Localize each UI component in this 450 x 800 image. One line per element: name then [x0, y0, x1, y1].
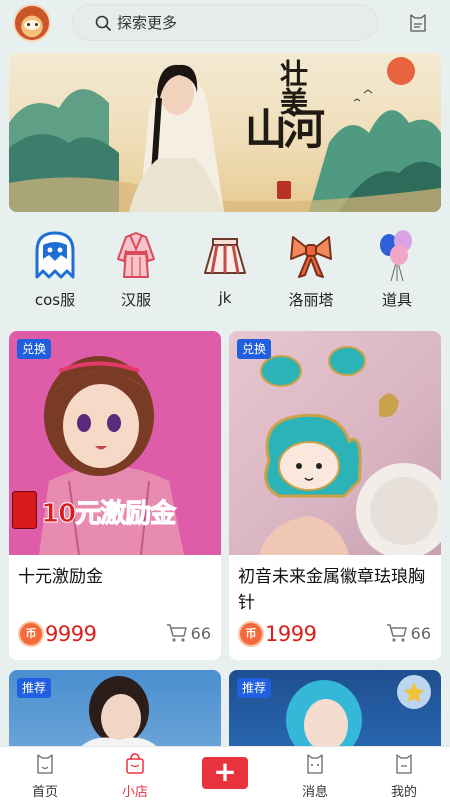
- coin-icon: 币: [18, 621, 44, 647]
- balloons-icon: [380, 230, 412, 281]
- exchange-badge: 兑换: [237, 339, 272, 359]
- product-image: [229, 331, 441, 555]
- tab-label: 消息: [301, 785, 328, 800]
- category-label: 道具: [381, 291, 412, 309]
- coin-icon: 币: [238, 621, 264, 647]
- promo-banner[interactable]: 壮美 山河: [9, 53, 441, 212]
- tab-label: 我的: [390, 785, 417, 800]
- category-cos[interactable]: cos服: [20, 225, 90, 315]
- cart-icon: [166, 624, 187, 642]
- tab-label: 小店: [121, 785, 148, 800]
- product-likes: 66: [386, 623, 431, 643]
- category-row: cos服 汉服 jk 洛丽塔 道具: [0, 225, 450, 317]
- search-bar[interactable]: 探索更多: [72, 4, 378, 41]
- category-jk[interactable]: jk: [190, 225, 260, 315]
- price-value: 9999: [45, 622, 97, 646]
- bow-icon: [290, 236, 332, 278]
- product-title: 十元激励金: [18, 567, 103, 587]
- category-label: 洛丽塔: [288, 291, 334, 309]
- price-value: 1999: [265, 622, 317, 646]
- top-bar: 探索更多: [0, 0, 450, 46]
- category-label: 汉服: [120, 291, 151, 309]
- product-image: 10元激励金: [9, 331, 221, 555]
- user-avatar[interactable]: [13, 4, 51, 42]
- likes-count: 66: [190, 623, 211, 643]
- product-card[interactable]: 10元激励金 兑换 十元激励金 币 9999 66: [9, 331, 221, 660]
- product-card[interactable]: 兑换 初音未来金属徽章珐琅胸针 币 1999 66: [229, 331, 441, 660]
- recommend-badge: 推荐: [237, 678, 272, 698]
- recommend-badge: 推荐: [17, 678, 52, 698]
- category-lolita[interactable]: 洛丽塔: [276, 225, 346, 315]
- shop-bag-icon: [126, 753, 144, 774]
- banner-title: 山河: [245, 105, 325, 154]
- exchange-badge: 兑换: [17, 339, 52, 359]
- banner-landscape-illustration: [9, 57, 441, 212]
- search-icon: [95, 15, 111, 31]
- home-cat-icon: [37, 754, 53, 774]
- cart-icon: [386, 624, 407, 642]
- tab-label: 首页: [31, 785, 58, 800]
- category-label: cos服: [34, 291, 76, 309]
- product-price: 币 1999: [238, 621, 317, 647]
- likes-count: 66: [410, 623, 431, 643]
- product-likes: 66: [166, 623, 211, 643]
- category-label: jk: [218, 289, 232, 307]
- skirt-icon: [204, 238, 246, 274]
- add-post-button[interactable]: +: [202, 757, 248, 789]
- tab-messages[interactable]: 消息: [285, 753, 345, 800]
- tab-profile[interactable]: 我的: [374, 753, 434, 800]
- product-price: 币 9999: [18, 621, 97, 647]
- hanfu-icon: [117, 232, 155, 278]
- red-envelope-icon: [12, 491, 37, 529]
- ghost-cos-icon: [35, 231, 75, 279]
- tab-shop[interactable]: 小店: [105, 753, 165, 800]
- category-hanfu[interactable]: 汉服: [101, 225, 171, 315]
- banner-seal: [277, 181, 291, 199]
- bottom-tab-bar: 首页 小店 + 消息 我的: [0, 746, 450, 800]
- badge-pins-photo: [259, 346, 441, 555]
- cat-scan-icon[interactable]: [407, 12, 429, 34]
- category-props[interactable]: 道具: [362, 225, 432, 315]
- tab-home[interactable]: 首页: [15, 753, 75, 800]
- search-placeholder: 探索更多: [117, 14, 178, 32]
- profile-cat-icon: [396, 754, 412, 774]
- product-title: 初音未来金属徽章珐琅胸针: [238, 567, 425, 613]
- product-image-text: 10元激励金: [40, 499, 176, 530]
- message-cat-icon: [307, 754, 323, 774]
